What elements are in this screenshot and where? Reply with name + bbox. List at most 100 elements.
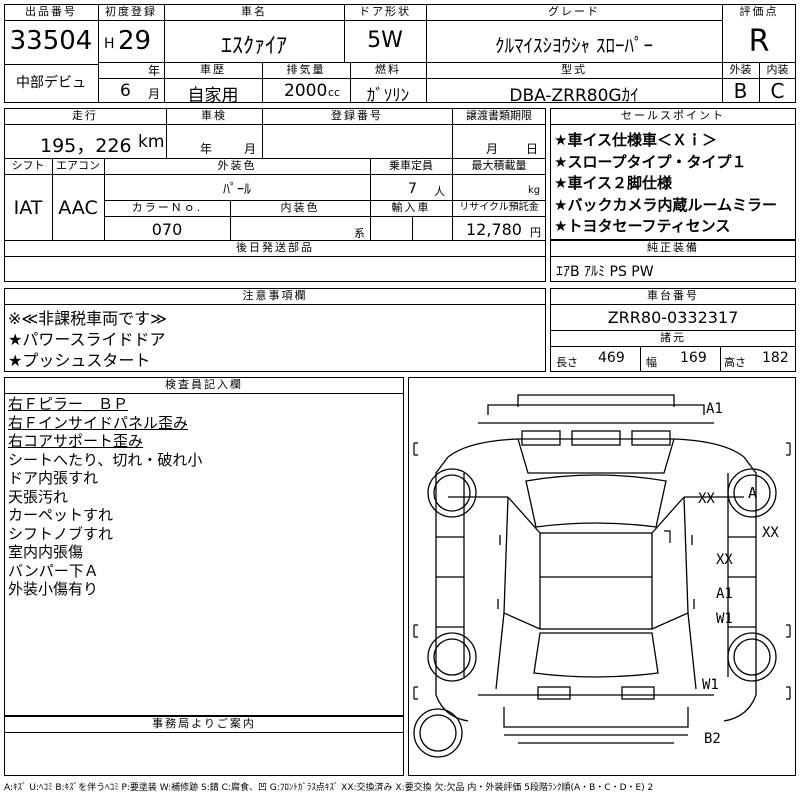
inspection-month-unit: 月 xyxy=(244,142,257,156)
transfer-day-unit: 日 xyxy=(526,142,539,156)
wheel-front-left xyxy=(427,468,477,518)
interior-grade: C xyxy=(770,79,785,103)
capacity-unit: 人 xyxy=(434,185,445,198)
damage-mark: XX xyxy=(698,491,715,507)
lot-number: 33504 xyxy=(9,26,93,56)
height-label: 高さ xyxy=(724,356,746,369)
spare-wheel xyxy=(413,708,463,758)
sales-points-list: ★車イス仕様車＜Ｘｉ＞ ★スロープタイプ・タイプ１ ★車イス２脚仕様 ★バックカ… xyxy=(554,130,777,238)
width-label: 幅 xyxy=(646,356,657,369)
history-label: 車歴 xyxy=(200,63,226,76)
inspector-line: カーペットすれ xyxy=(8,506,114,524)
mileage-label: 走行 xyxy=(72,109,98,122)
mileage-unit: km xyxy=(138,132,165,152)
roof xyxy=(539,532,653,630)
note-line: ★プッシュスタート xyxy=(8,351,151,370)
inspector-line: 室内内張傷 xyxy=(8,543,84,561)
capacity: 7 xyxy=(408,181,417,197)
year-unit: 年 xyxy=(148,64,161,78)
damage-mark: A1 xyxy=(716,586,733,602)
car-name: ｴｽｸｧｲｱ xyxy=(220,34,287,59)
reg-month: 6 xyxy=(120,81,131,101)
inspector-line: 右Ｆインサイドパネル歪み xyxy=(8,413,189,432)
note-line: ※≪非課税車両です≫ xyxy=(8,309,167,328)
grade: ｸﾙﾏｲｽｼﾖｳｼｬ ｽﾛｰﾊﾟｰ xyxy=(494,35,654,57)
exterior-color: ﾊﾟｰﾙ xyxy=(223,182,251,198)
max-load-unit: kg xyxy=(528,185,541,196)
capacity-label: 乗車定員 xyxy=(389,159,433,172)
color-number: 070 xyxy=(151,220,183,239)
recycle-fee: 12,780 xyxy=(466,220,522,239)
model-code: DBA-ZRR80Gｶｲ xyxy=(509,86,639,106)
plate-label: 登録番号 xyxy=(331,109,383,122)
recycle-unit: 円 xyxy=(530,226,541,239)
inspection-year-unit: 年 xyxy=(200,142,213,156)
shift: IAT xyxy=(13,197,43,219)
mileage: 195，226 xyxy=(40,135,132,157)
windshield xyxy=(525,474,667,528)
hood xyxy=(447,438,745,458)
inspector-line: 外装小傷有り xyxy=(8,580,99,598)
door-type: 5W xyxy=(367,28,403,53)
length: 469 xyxy=(598,350,625,366)
chassis-label: 車台番号 xyxy=(647,289,699,302)
inspector-line: シートへたり、切れ・破れ小 xyxy=(8,450,203,469)
sales-point: ★バックカメラ内蔵ルームミラー xyxy=(554,195,777,214)
interior-color-label: 内装色 xyxy=(280,201,320,214)
shift-label: シフト xyxy=(11,159,45,172)
interior-color-unit: 系 xyxy=(354,227,365,240)
chassis-number: ZRR80-0332317 xyxy=(607,308,739,327)
height: 182 xyxy=(762,350,789,366)
recycle-label: リサイクル預託金 xyxy=(459,202,539,213)
aircon: AAC xyxy=(58,197,98,219)
notes-label: 注意事項欄 xyxy=(242,289,308,302)
sales-points-label: セールスポイント xyxy=(621,109,725,122)
damage-mark: A1 xyxy=(706,401,723,417)
inspector-line: 右Ｆピラー＿ＢＰ xyxy=(8,395,129,413)
damage-mark: A xyxy=(748,484,758,502)
sales-point: ★車イス２脚仕様 xyxy=(554,174,672,192)
auction-name: 中部デビュ xyxy=(16,75,86,91)
later-parts-label: 後日発送部品 xyxy=(236,241,314,254)
damage-mark: B2 xyxy=(704,731,721,747)
color-number-label: カラーＮｏ. xyxy=(131,201,203,214)
history: 自家用 xyxy=(187,86,239,106)
lot-number-label: 出品番号 xyxy=(25,5,77,18)
damage-mark: XX xyxy=(762,525,779,541)
inspector-label: 検査員記入欄 xyxy=(165,378,243,391)
inspector-notes: 右Ｆピラー＿ＢＰ 右Ｆインサイドパネル歪み 右コアサポート歪み シートへたり、切… xyxy=(8,395,202,599)
displacement-label: 排気量 xyxy=(286,63,326,76)
score: R xyxy=(748,24,770,59)
sales-point: ★車イス仕様車＜Ｘｉ＞ xyxy=(554,131,717,149)
exterior-grade-label: 外装 xyxy=(729,63,752,76)
damage-mark: W1 xyxy=(702,677,719,693)
exterior-grade: B xyxy=(733,79,748,103)
inspector-line: シフトノブすれ xyxy=(8,524,114,543)
sales-point: ★スロープタイプ・タイプ１ xyxy=(554,152,747,171)
model-label: 型式 xyxy=(561,63,587,76)
rear-glass xyxy=(533,632,659,678)
inspector-line: 右コアサポート歪み xyxy=(8,432,144,450)
legend-footer: A:ｷｽﾞ U:ﾍｺﾐ B:ｷｽﾞを伴うﾍｺﾐ P:要塗装 W:補修跡 S:錆 … xyxy=(4,783,654,793)
dimensions-label: 諸元 xyxy=(660,331,686,344)
car-outline-diagram xyxy=(413,394,791,758)
import-label: 輸入車 xyxy=(391,201,431,214)
first-registration-label: 初度登録 xyxy=(105,5,157,18)
inspector-line: バンパー下Ａ xyxy=(8,561,99,580)
interior-grade-label: 内装 xyxy=(766,63,789,76)
notes-list: ※≪非課税車両です≫ ★パワースライドドア ★プッシュスタート xyxy=(8,308,167,371)
inspector-line: 天張汚れ xyxy=(8,487,69,506)
car-name-label: 車名 xyxy=(241,5,267,18)
equipment-label: 純正装備 xyxy=(647,241,699,254)
exterior-color-label: 外装色 xyxy=(217,159,257,172)
era: H xyxy=(104,36,115,52)
width: 169 xyxy=(680,350,707,366)
rear-bumper xyxy=(503,707,689,728)
sales-point: ★トヨタセーフティセンス xyxy=(554,217,731,235)
note-line: ★パワースライドドア xyxy=(8,330,166,349)
office-label: 事務局よりご案内 xyxy=(152,717,256,730)
damage-mark: W1 xyxy=(716,611,733,627)
equipment-text: ｴｱB ｱﾙﾐ PS PW xyxy=(556,264,654,280)
aircon-label: エアコン xyxy=(56,159,100,172)
wheel-rear-right xyxy=(727,632,777,682)
